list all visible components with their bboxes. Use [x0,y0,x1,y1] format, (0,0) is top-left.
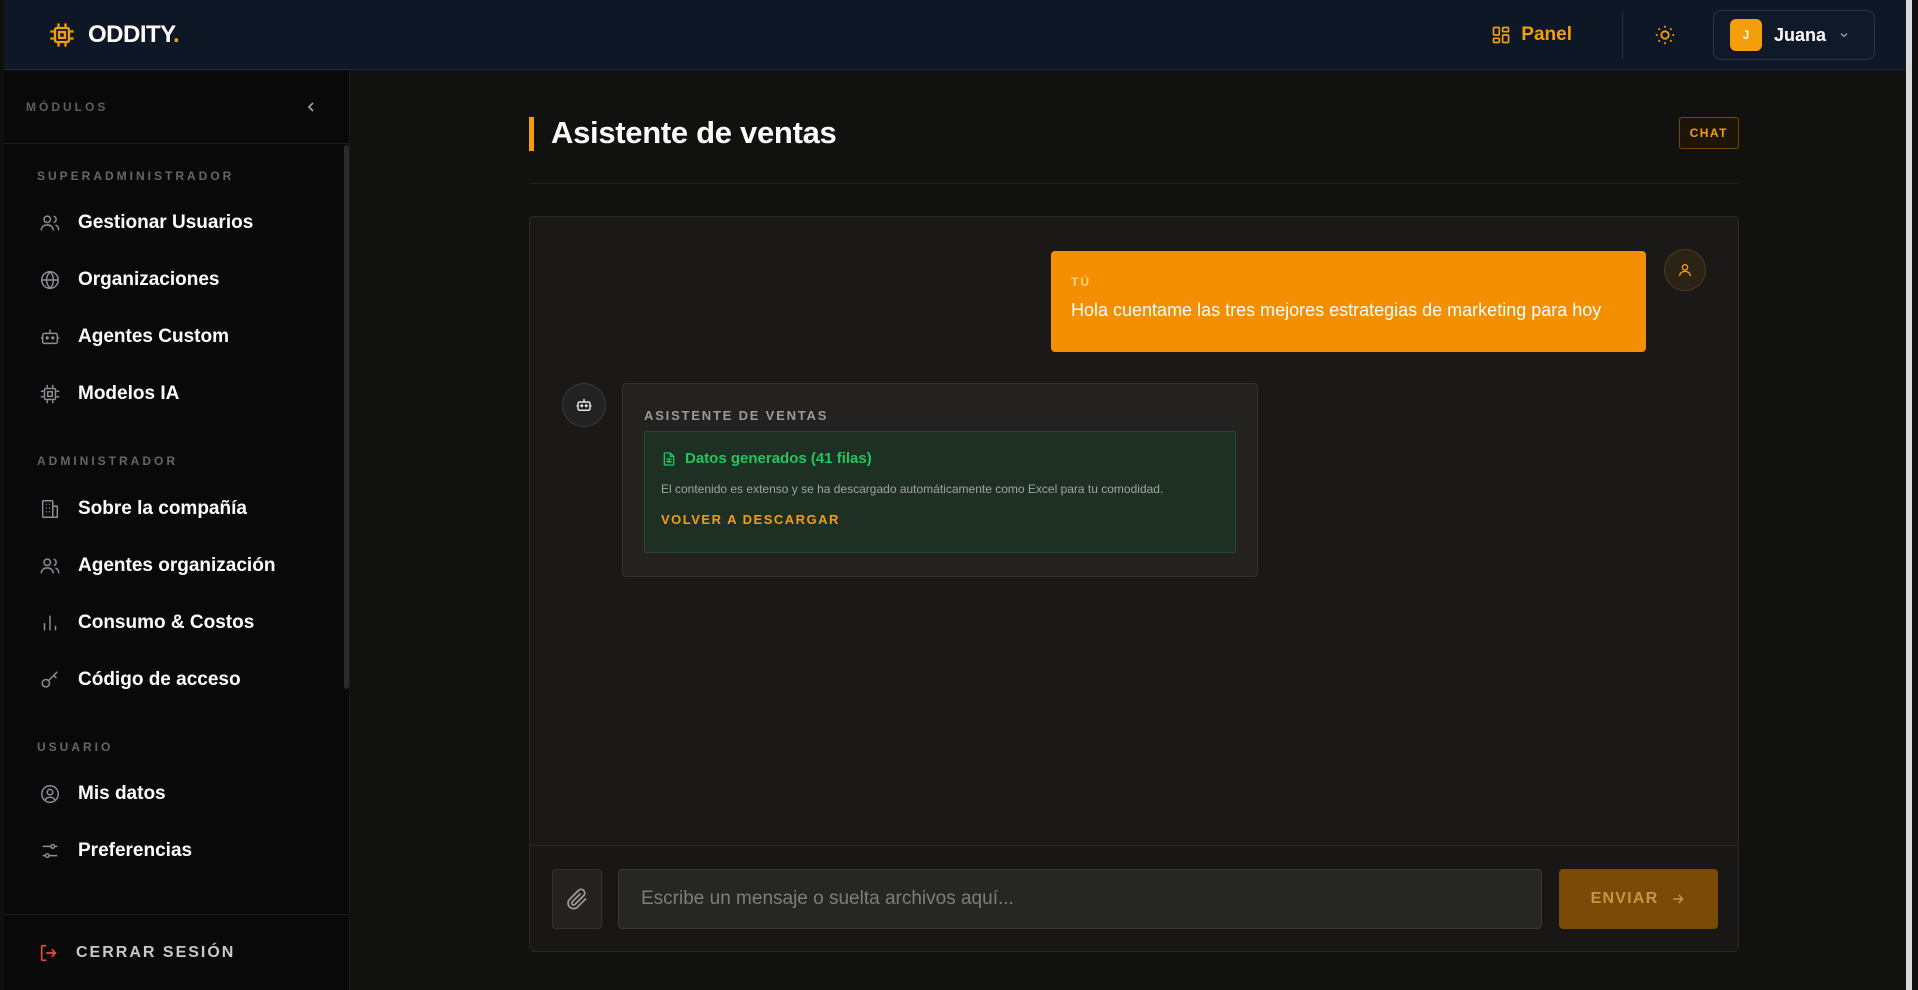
user-avatar [1664,249,1706,291]
message-author: ASISTENTE DE VENTAS [644,408,829,423]
section-title: SUPERADMINISTRADOR [37,169,235,183]
sidebar-item-label: Organizaciones [78,268,220,290]
users-icon [38,554,62,578]
attach-button[interactable] [552,869,602,929]
sidebar-item-label: Preferencias [78,839,193,861]
section-title: ADMINISTRADOR [37,454,178,468]
panel-link[interactable]: Panel [1491,24,1572,46]
user-menu-button[interactable]: J Juana [1713,10,1875,60]
main-content: Asistente de ventas CHAT TÚ Hola cuentam… [351,71,1906,990]
user-message: TÚ Hola cuentame las tres mejores estrat… [1051,251,1646,352]
send-label: ENVIAR [1590,890,1659,907]
avatar: J [1730,19,1762,51]
robot-icon [576,399,592,411]
divider [1622,11,1623,59]
sidebar-item-label: Consumo & Costos [78,611,255,633]
sidebar-item-codigo-de-acceso[interactable]: Código de acceso [4,651,344,708]
data-card-description: El contenido es extenso y se ha descarga… [661,482,1164,496]
bot-message: ASISTENTE DE VENTAS Datos generados (41 … [622,383,1258,577]
chip-icon [38,382,62,406]
brand-name: ODDITY. [88,20,180,48]
section-superadmin: SUPERADMINISTRADOR [4,169,234,183]
sidebar-header-label: MÓDULOS [26,100,109,114]
sidebar-item-agentes-organizacion[interactable]: Agentes organización [4,537,344,594]
top-bar: ODDITY. Panel J Juana [4,0,1912,70]
section-user: USUARIO [4,740,113,754]
dashboard-icon [1492,26,1510,44]
data-card-title-text: Datos generados (41 filas) [685,450,872,467]
sidebar-item-consumo-costos[interactable]: Consumo & Costos [4,594,344,651]
message-text: Hola cuentame las tres mejores estrategi… [1071,300,1602,320]
message-input[interactable] [618,869,1542,929]
sidebar-scrollbar[interactable] [344,145,349,689]
sidebar-item-label: Modelos IA [78,382,180,404]
sidebar-item-gestionar-usuarios[interactable]: Gestionar Usuarios [4,194,344,251]
logout-icon [40,944,57,961]
sidebar-item-mis-datos[interactable]: Mis datos [4,765,344,822]
sidebar-item-agentes-custom[interactable]: Agentes Custom [4,308,344,365]
title-accent-bar [529,117,534,151]
sidebar-item-label: Agentes Custom [78,325,229,347]
sidebar-item-label: Sobre la compañía [78,497,247,519]
sun-icon [1655,25,1675,45]
send-button[interactable]: ENVIAR [1559,869,1718,929]
sidebar-item-modelos-ia[interactable]: Modelos IA [4,365,344,422]
theme-toggle-button[interactable] [1651,21,1679,49]
message-composer: ENVIAR [530,845,1738,951]
page-title: Asistente de ventas [551,115,837,150]
key-icon [38,668,62,692]
redownload-link[interactable]: VOLVER A DESCARGAR [661,512,1219,527]
arrow-right-icon [1673,894,1685,904]
robot-icon [38,325,62,349]
message-author: TÚ [1071,275,1091,289]
globe-icon [38,268,62,292]
window-scrollbar[interactable] [1906,0,1912,990]
bot-avatar [562,383,606,427]
sidebar-item-label: Mis datos [78,782,166,804]
user-icon [1679,264,1691,277]
sidebar-item-label: Código de acceso [78,668,241,690]
nav-group-admin: Sobre la compañía Agentes organización C… [4,480,344,708]
nav-group-user: Mis datos Preferencias [4,765,344,879]
sidebar-header: MÓDULOS [4,71,349,144]
spreadsheet-icon [663,451,675,466]
user-circle-icon [38,782,62,806]
sidebar: MÓDULOS SUPERADMINISTRADOR Gestionar Usu… [4,71,350,990]
logout-button[interactable]: CERRAR SESIÓN [4,914,349,990]
section-title: USUARIO [37,740,114,754]
bar-chart-icon [38,611,62,635]
brand-logo[interactable]: ODDITY. [48,20,180,49]
chat-badge: CHAT [1678,117,1739,149]
chip-logo-icon [50,22,74,47]
users-icon [38,211,62,235]
sliders-icon [38,839,62,863]
paperclip-icon [567,888,587,910]
data-card-title: Datos generados (41 filas) [661,450,1219,467]
app-window: ODDITY. Panel J Juana MÓDULOS SUPERADMIN… [4,0,1912,990]
chevron-down-icon [1840,33,1848,38]
nav-group-superadmin: Gestionar Usuarios Organizaciones Agente… [4,194,344,422]
generated-data-card: Datos generados (41 filas) El contenido … [644,431,1236,553]
logout-label: CERRAR SESIÓN [76,943,236,961]
sidebar-item-label: Agentes organización [78,554,276,576]
sidebar-item-sobre-la-compania[interactable]: Sobre la compañía [4,480,344,537]
sidebar-item-label: Gestionar Usuarios [78,211,254,233]
section-admin: ADMINISTRADOR [4,454,178,468]
panel-label: Panel [1521,24,1572,45]
sidebar-item-organizaciones[interactable]: Organizaciones [4,251,344,308]
building-icon [38,497,62,521]
collapse-sidebar-icon[interactable] [303,99,319,115]
user-name: Juana [1774,24,1827,45]
sidebar-item-preferencias[interactable]: Preferencias [4,822,344,879]
chat-panel: TÚ Hola cuentame las tres mejores estrat… [529,216,1739,952]
page-header: Asistente de ventas CHAT [529,115,1739,184]
